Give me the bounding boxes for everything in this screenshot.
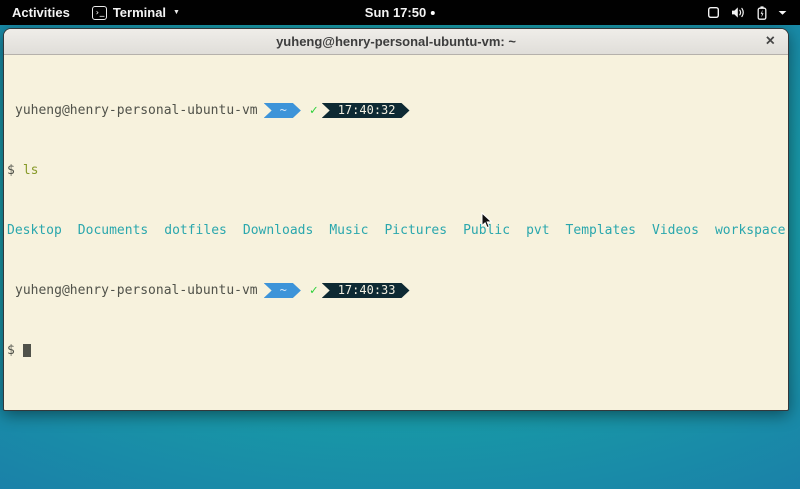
- desktop-background: Activities Terminal ▼ Sun 17:50: [0, 0, 800, 489]
- top-bar: Activities Terminal ▼ Sun 17:50: [0, 0, 800, 25]
- directory-name: workspace: [715, 223, 785, 238]
- directory-name: dotfiles: [164, 223, 227, 238]
- chevron-down-icon: [778, 10, 787, 16]
- prompt-char: $: [7, 343, 15, 358]
- terminal-window: yuheng@henry-personal-ubuntu-vm: ~ × yuh…: [3, 28, 789, 411]
- directory-name: Documents: [78, 223, 148, 238]
- prompt-user-host: yuheng@henry-personal-ubuntu-vm: [7, 103, 258, 118]
- prompt-char: $: [7, 163, 15, 178]
- battery-charging-icon: [757, 6, 767, 20]
- app-menu-terminal[interactable]: Terminal ▼: [82, 0, 190, 25]
- chevron-down-icon: ▼: [173, 9, 180, 16]
- volume-icon: [731, 6, 746, 19]
- directory-name: pvt: [526, 223, 549, 238]
- ls-output-line: Desktop Documents dotfiles Downloads Mus…: [7, 223, 785, 238]
- directory-name: Videos: [652, 223, 699, 238]
- top-bar-left: Activities Terminal ▼: [0, 0, 190, 25]
- terminal-content[interactable]: yuheng@henry-personal-ubuntu-vm ~ ✓ 17:4…: [4, 55, 788, 410]
- prompt-cwd-segment: ~: [264, 283, 301, 298]
- command-line: $ ls: [7, 163, 785, 178]
- input-line: $: [7, 343, 785, 358]
- window-titlebar[interactable]: yuheng@henry-personal-ubuntu-vm: ~ ×: [4, 29, 788, 55]
- clock-button[interactable]: Sun 17:50: [365, 0, 435, 25]
- prompt-line-1: yuheng@henry-personal-ubuntu-vm ~ ✓ 17:4…: [7, 103, 785, 118]
- notification-dot: [431, 11, 435, 15]
- status-check-icon: ✓: [310, 103, 318, 118]
- directory-name: Desktop: [7, 223, 62, 238]
- terminal-app-icon: [92, 6, 107, 20]
- clock-label: Sun 17:50: [365, 5, 426, 20]
- display-icon: [707, 6, 720, 19]
- command-text: ls: [23, 163, 39, 178]
- prompt-time-segment: 17:40:33: [322, 283, 410, 298]
- status-check-icon: ✓: [310, 283, 318, 298]
- directory-name: Music: [329, 223, 368, 238]
- activities-button[interactable]: Activities: [0, 0, 82, 25]
- mouse-cursor: [481, 212, 493, 235]
- directory-name: Pictures: [384, 223, 447, 238]
- system-menu-button[interactable]: [694, 0, 800, 25]
- directory-name: Downloads: [243, 223, 313, 238]
- terminal-cursor: [23, 344, 31, 357]
- window-title: yuheng@henry-personal-ubuntu-vm: ~: [276, 34, 516, 49]
- app-menu-label: Terminal: [113, 5, 166, 20]
- directory-name: Templates: [566, 223, 636, 238]
- prompt-time-segment: 17:40:32: [322, 103, 410, 118]
- prompt-line-2: yuheng@henry-personal-ubuntu-vm ~ ✓ 17:4…: [7, 283, 785, 298]
- prompt-user-host: yuheng@henry-personal-ubuntu-vm: [7, 283, 258, 298]
- prompt-cwd-segment: ~: [264, 103, 301, 118]
- close-button[interactable]: ×: [766, 33, 775, 49]
